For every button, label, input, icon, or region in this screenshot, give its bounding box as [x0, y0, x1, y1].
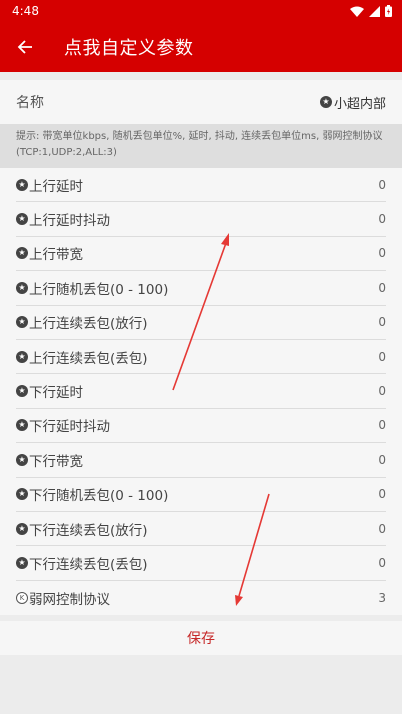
params-list: ★ 上行延时 0 ★ 上行延时抖动 0 ★ 上行带宽 0 ★ 上行随机丢包(0 - 10… [0, 168, 402, 616]
back-button[interactable] [0, 22, 50, 72]
star-bullet-icon: ★ [16, 316, 28, 329]
param-label: 上行延时抖动 [29, 213, 110, 230]
star-bullet-icon: ★ [16, 556, 28, 569]
param-uplink-burst-drop[interactable]: ★ 上行连续丢包(丢包) 0 [16, 340, 386, 375]
status-bar: 4:48 [0, 0, 402, 22]
status-icons [350, 5, 392, 17]
status-time: 4:48 [12, 4, 39, 18]
param-label: 上行带宽 [29, 247, 83, 264]
param-value: 0 [378, 246, 386, 261]
param-label: 下行延时 [29, 385, 83, 402]
star-bullet-icon: ★ [16, 350, 28, 363]
param-value: 0 [378, 555, 386, 570]
param-downlink-burst-drop[interactable]: ★ 下行连续丢包(丢包) 0 [16, 546, 386, 581]
star-bullet-icon: ★ [16, 281, 28, 294]
star-bullet-icon: ★ [16, 385, 28, 398]
param-downlink-random-loss[interactable]: ★ 下行随机丢包(0 - 100) 0 [16, 478, 386, 512]
param-label: 上行连续丢包(放行) [29, 316, 148, 333]
param-label: 下行连续丢包(丢包) [29, 556, 148, 573]
hint-text: 提示: 带宽单位kbps, 随机丢包单位%, 延时, 抖动, 连续丢包单位ms,… [0, 124, 402, 168]
wifi-icon [350, 6, 364, 17]
star-bullet-icon: ★ [16, 213, 28, 226]
param-label: 下行连续丢包(放行) [29, 522, 148, 539]
star-bullet-icon: ★ [16, 247, 28, 260]
param-value: 3 [378, 590, 386, 605]
param-label: 上行连续丢包(丢包) [29, 350, 148, 367]
param-value: 0 [378, 384, 386, 399]
star-bullet-icon: ★ [16, 453, 28, 466]
app-bar: 点我自定义参数 [0, 22, 402, 72]
param-downlink-delay[interactable]: ★ 下行延时 0 [16, 374, 386, 409]
name-value: ★ 小超内部 [319, 93, 386, 112]
param-label: 弱网控制协议 [29, 591, 110, 608]
name-value-text: 小超内部 [333, 96, 386, 112]
param-downlink-burst-pass[interactable]: ★ 下行连续丢包(放行) 0 [16, 512, 386, 547]
star-bullet-icon: ★ [16, 419, 28, 432]
param-label: 下行带宽 [29, 453, 83, 470]
param-value: 0 [378, 212, 386, 227]
param-value: 0 [378, 349, 386, 364]
arrow-back-icon [17, 40, 32, 54]
param-uplink-delay[interactable]: ★ 上行延时 0 [16, 168, 386, 203]
param-value: 0 [378, 280, 386, 295]
save-button[interactable]: 保存 [0, 621, 402, 656]
star-bullet-icon: ★ [319, 96, 332, 108]
param-label: 下行延时抖动 [29, 419, 110, 436]
param-value: 0 [378, 452, 386, 467]
param-label: 下行随机丢包(0 - 100) [29, 488, 169, 505]
param-uplink-bandwidth[interactable]: ★ 上行带宽 0 [16, 237, 386, 272]
param-uplink-burst-pass[interactable]: ★ 上行连续丢包(放行) 0 [16, 306, 386, 340]
star-bullet-icon: ★ [16, 488, 28, 501]
battery-icon [385, 5, 392, 17]
k-bullet-icon: K [16, 591, 28, 604]
param-uplink-jitter[interactable]: ★ 上行延时抖动 0 [16, 202, 386, 237]
name-row[interactable]: 名称 ★ 小超内部 [0, 80, 402, 124]
param-downlink-jitter[interactable]: ★ 下行延时抖动 0 [16, 409, 386, 444]
param-uplink-random-loss[interactable]: ★ 上行随机丢包(0 - 100) 0 [16, 271, 386, 306]
signal-icon [369, 5, 380, 17]
star-bullet-icon: ★ [16, 178, 28, 191]
param-label: 上行延时 [29, 178, 83, 195]
page-title: 点我自定义参数 [64, 38, 194, 59]
param-value: 0 [378, 177, 386, 192]
param-weak-network-protocol[interactable]: K 弱网控制协议 3 [16, 581, 386, 615]
param-value: 0 [378, 487, 386, 502]
param-value: 0 [378, 315, 386, 330]
param-label: 上行随机丢包(0 - 100) [29, 281, 169, 298]
param-downlink-bandwidth[interactable]: ★ 下行带宽 0 [16, 443, 386, 478]
param-value: 0 [378, 521, 386, 536]
star-bullet-icon: ★ [16, 522, 28, 535]
param-value: 0 [378, 418, 386, 433]
name-label: 名称 [16, 95, 44, 111]
